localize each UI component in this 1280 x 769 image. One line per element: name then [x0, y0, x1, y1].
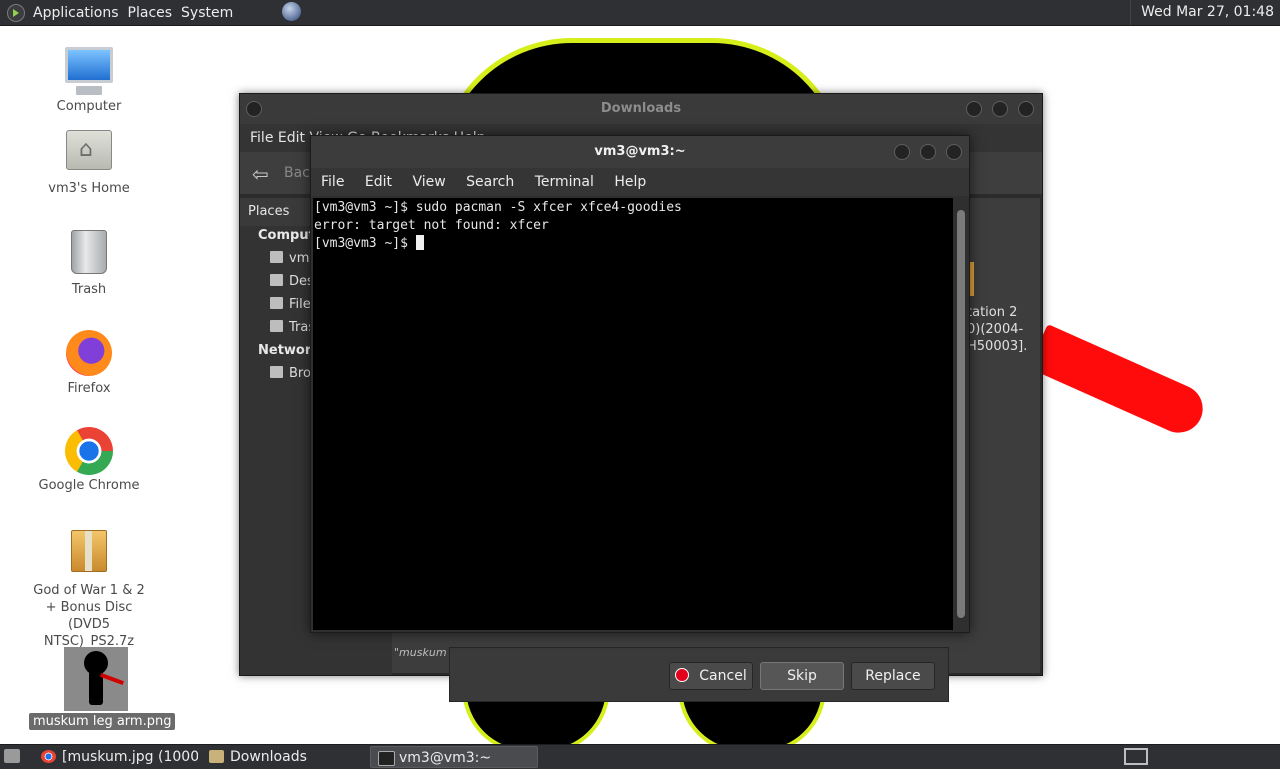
window-title: Downloads	[240, 94, 1042, 124]
maximize-icon[interactable]	[992, 101, 1008, 117]
text-cursor	[415, 235, 424, 250]
home-folder-icon	[66, 130, 112, 170]
desktop-icon-archive[interactable]: God of War 1 & 2 + Bonus Disc (DVD5 NTSC…	[24, 530, 154, 650]
firefox-icon	[66, 330, 112, 376]
taskbar-item-terminal[interactable]: vm3@vm3:~	[370, 746, 538, 768]
minimize-icon[interactable]	[966, 101, 982, 117]
terminal-title-bar[interactable]: vm3@vm3:~	[311, 136, 969, 168]
desktop-icon-label-selected[interactable]: muskum leg arm.png	[29, 713, 176, 730]
file-name-partial[interactable]: tation 2 0)(2004- H50003].	[967, 304, 1027, 355]
folder-icon	[209, 750, 224, 763]
desktop-icon-chrome[interactable]: Google Chrome	[24, 427, 154, 494]
desktop-icon-trash[interactable]: Trash	[24, 230, 154, 298]
back-arrow-icon[interactable]: ⇦	[252, 162, 269, 186]
distro-menu-icon[interactable]	[7, 3, 25, 22]
wallpaper-figure-arm	[1028, 324, 1211, 441]
trash-icon	[270, 320, 283, 332]
desktop-icon-label: vm3's Home	[48, 181, 130, 196]
taskbar-item-downloads[interactable]: Downloads	[202, 746, 366, 768]
stick-figure-arm	[100, 673, 124, 685]
desktop-icon-label: Trash	[71, 282, 107, 297]
terminal-output[interactable]: [vm3@vm3 ~]$ sudo pacman -S xfcer xfce4-…	[313, 198, 953, 630]
window-menu-icon[interactable]	[246, 101, 262, 117]
replace-button[interactable]: Replace	[851, 662, 935, 690]
workspace-switcher-icon[interactable]	[1124, 748, 1148, 765]
desktop-icon-firefox[interactable]: Firefox	[24, 330, 154, 397]
terminal-prompt-line: [vm3@vm3 ~]$	[314, 235, 953, 253]
skip-button[interactable]: Skip	[760, 662, 844, 690]
cancel-button[interactable]: Cancel	[669, 662, 753, 690]
trash-icon	[71, 230, 107, 274]
terminal-line: [vm3@vm3 ~]$ sudo pacman -S xfcer xfce4-…	[314, 200, 682, 215]
desktop-icon-label: God of War 1 & 2 + Bonus Disc (DVD5 NTSC…	[33, 583, 145, 649]
stop-icon	[675, 668, 690, 682]
terminal-menubar: File Edit View Search Terminal Help	[311, 168, 969, 196]
menu-edit[interactable]: Edit	[365, 174, 392, 190]
system-menu[interactable]: System	[181, 5, 233, 21]
menu-view[interactable]: View	[412, 174, 445, 190]
image-thumbnail-icon[interactable]	[64, 647, 128, 711]
window-title: vm3@vm3:~	[594, 144, 686, 159]
menu-terminal[interactable]: Terminal	[535, 174, 594, 190]
taskbar-item-image-viewer[interactable]: [muskum.jpg (1000...	[34, 746, 198, 768]
show-desktop-icon[interactable]	[4, 749, 20, 763]
filesystem-icon	[270, 297, 283, 309]
desktop-icon-home[interactable]: vm3's Home	[24, 130, 154, 197]
terminal-icon	[378, 751, 395, 766]
home-folder-icon	[270, 251, 283, 263]
close-icon[interactable]	[946, 144, 962, 160]
top-panel: Applications Places System Wed Mar 27, 0…	[0, 0, 1280, 26]
maximize-icon[interactable]	[920, 144, 936, 160]
replace-dialog: Cancel Skip Replace	[449, 647, 949, 702]
clock[interactable]: Wed Mar 27, 01:48	[1130, 0, 1280, 25]
archive-icon	[71, 530, 107, 572]
chrome-icon	[65, 427, 113, 475]
minimize-icon[interactable]	[894, 144, 910, 160]
desktop-folder-icon	[270, 274, 283, 286]
terminal-window: vm3@vm3:~ File Edit View Search Terminal…	[310, 135, 970, 633]
bottom-panel: [muskum.jpg (1000... Downloads vm3@vm3:~	[0, 744, 1280, 769]
menu-file[interactable]: File	[321, 174, 344, 190]
desktop-icon-label: Firefox	[67, 381, 111, 396]
terminal-line: error: target not found: xfcer	[314, 218, 549, 233]
desktop-icon-label: Computer	[56, 99, 122, 114]
status-text: "muskum	[394, 646, 447, 659]
scrollbar-thumb[interactable]	[957, 210, 965, 618]
desktop-icon-label: Google Chrome	[38, 478, 140, 493]
computer-icon	[65, 47, 113, 95]
chrome-icon	[41, 750, 56, 763]
close-icon[interactable]	[1018, 101, 1034, 117]
menu-help[interactable]: Help	[614, 174, 646, 190]
applications-menu[interactable]: Applications	[33, 5, 119, 21]
terminal-scrollbar[interactable]	[955, 198, 967, 630]
places-menu[interactable]: Places	[128, 5, 173, 21]
network-icon	[270, 366, 283, 378]
web-browser-launcher-icon[interactable]	[282, 2, 301, 21]
desktop-icon-computer[interactable]: Computer	[24, 47, 154, 115]
menu-search[interactable]: Search	[466, 174, 514, 190]
